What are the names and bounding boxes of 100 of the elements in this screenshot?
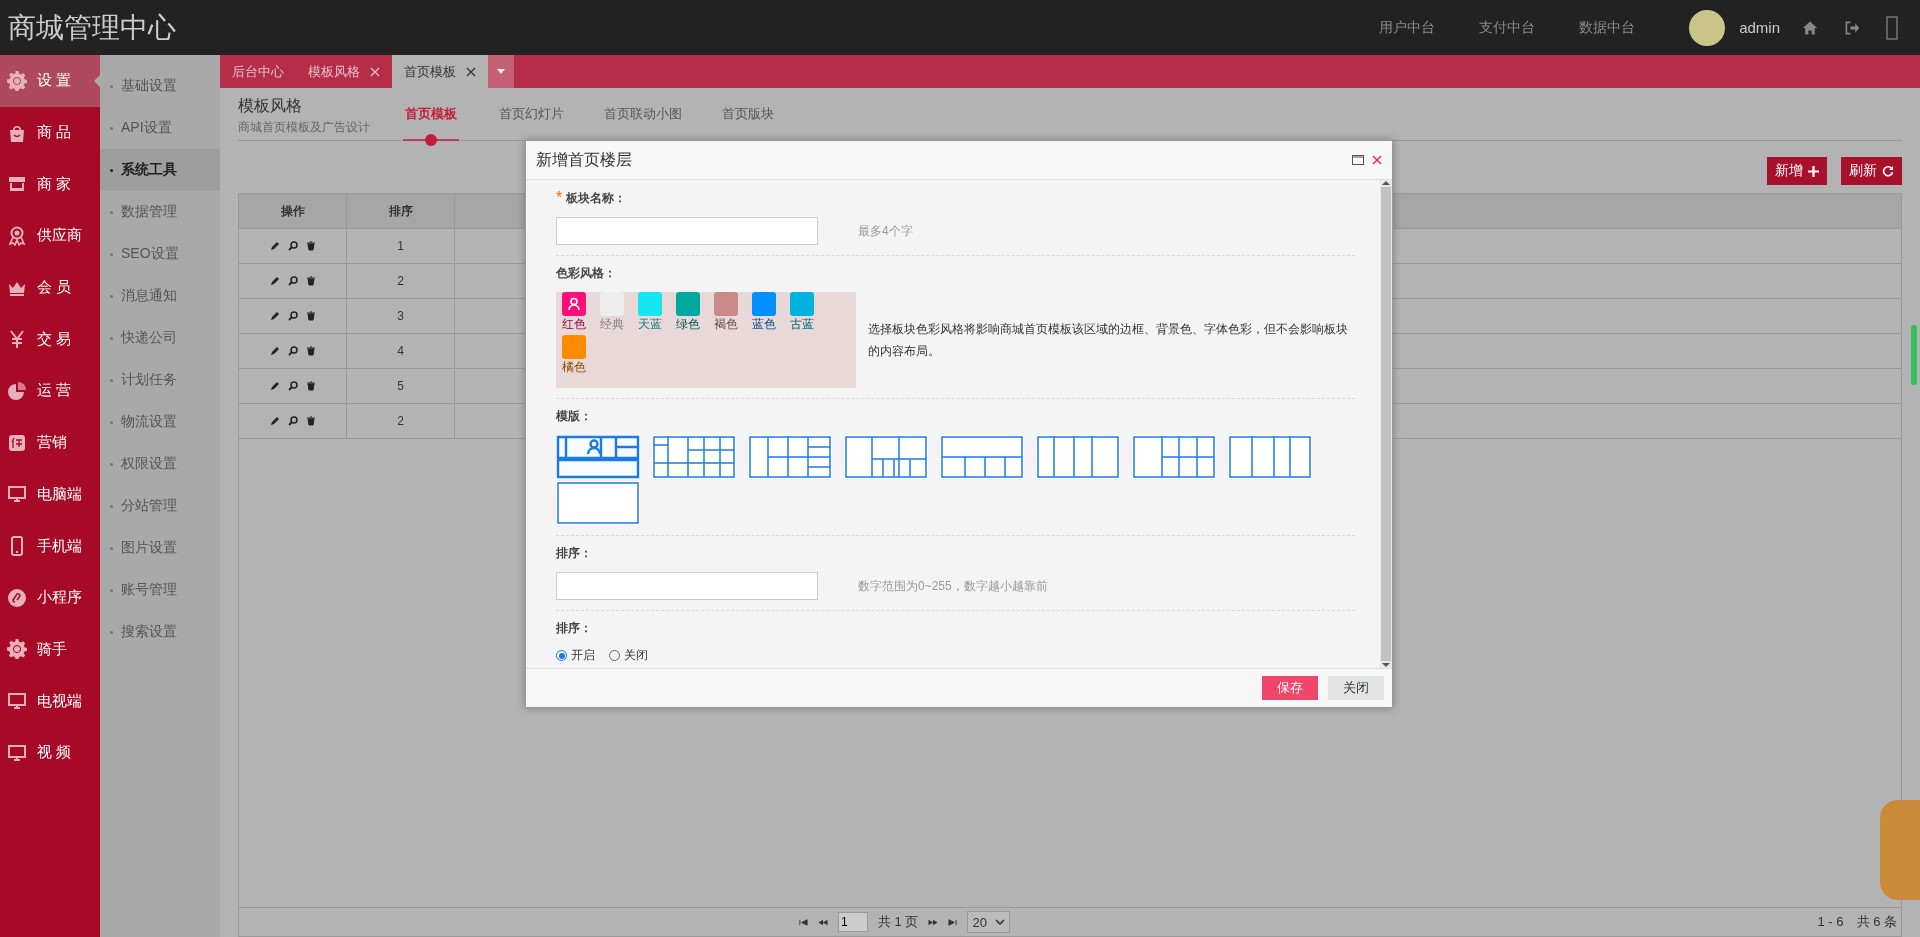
tab-menu-button[interactable] (488, 55, 514, 88)
sort-field[interactable] (556, 572, 818, 600)
section-tab[interactable]: 首页版块 (722, 96, 774, 122)
table-cell: 2 (397, 414, 404, 428)
page-tab[interactable]: 首页模板 (392, 55, 488, 88)
sub-nav-item[interactable]: 快递公司 (100, 317, 220, 359)
main-nav-item[interactable]: 设 置 (0, 55, 100, 107)
main-nav-item[interactable]: 交 易 (0, 313, 100, 366)
refresh-button[interactable]: 刷新 (1841, 157, 1902, 185)
layout-template[interactable] (748, 435, 832, 479)
fullscreen-icon[interactable] (1886, 15, 1898, 40)
layout-template[interactable] (1132, 435, 1216, 479)
layout-template[interactable] (556, 435, 640, 479)
page-size-select[interactable]: 20 (967, 911, 1010, 933)
sub-nav-item[interactable]: 物流设置 (100, 401, 220, 443)
color-swatch[interactable] (638, 292, 662, 316)
main-nav-item[interactable]: 商 家 (0, 158, 100, 211)
layout-template[interactable] (844, 435, 928, 479)
close-icon[interactable] (1372, 155, 1382, 165)
trash-icon[interactable] (305, 346, 316, 356)
pencil-icon[interactable] (269, 241, 280, 251)
trash-icon[interactable] (305, 311, 316, 321)
pencil-icon[interactable] (269, 346, 280, 356)
color-swatch[interactable] (562, 335, 586, 359)
first-page-icon[interactable] (799, 917, 808, 927)
field-hint: 最多4个字 (858, 222, 913, 240)
main-nav-item[interactable]: 运 营 (0, 365, 100, 417)
layout-template[interactable] (940, 435, 1024, 479)
page-tab[interactable]: 后台中心 (220, 55, 296, 88)
sub-nav-item[interactable]: 计划任务 (100, 359, 220, 401)
top-nav-link[interactable]: 数据中台 (1579, 18, 1636, 37)
trash-icon[interactable] (305, 276, 316, 286)
pencil-icon[interactable] (269, 276, 280, 286)
layout-template[interactable] (1036, 435, 1120, 479)
save-button[interactable]: 保存 (1262, 676, 1318, 700)
add-button[interactable]: 新增 (1767, 157, 1827, 185)
previous-page-icon[interactable] (818, 917, 828, 927)
layout-template[interactable] (1228, 435, 1312, 479)
main-nav-item[interactable]: 骑手 (0, 623, 100, 676)
search-icon[interactable] (287, 276, 298, 286)
sub-nav-item[interactable]: 系统工具 (100, 149, 220, 191)
color-swatch[interactable] (562, 292, 586, 316)
main-nav-item[interactable]: 商 品 (0, 106, 100, 159)
main-nav-item[interactable]: 小程序 (0, 571, 100, 624)
search-icon[interactable] (287, 346, 298, 356)
color-swatch[interactable] (676, 292, 700, 316)
pencil-icon[interactable] (269, 311, 280, 321)
layout-template[interactable] (652, 435, 736, 479)
close-button[interactable]: 关闭 (1328, 676, 1384, 700)
section-tab[interactable]: 首页幻灯片 (499, 96, 564, 122)
trash-icon[interactable] (305, 416, 316, 426)
main-nav-item[interactable]: 供应商 (0, 210, 100, 262)
trash-icon[interactable] (305, 381, 316, 391)
status-radio[interactable]: 开启 (556, 647, 595, 664)
color-swatch[interactable] (790, 292, 814, 316)
main-nav-item[interactable]: 会 员 (0, 261, 100, 314)
scrollbar[interactable] (1380, 180, 1392, 668)
search-icon[interactable] (287, 311, 298, 321)
page-tab[interactable]: 模板风格 (296, 55, 392, 88)
main-nav-item[interactable]: 营销 (0, 416, 100, 469)
home-icon[interactable] (1802, 19, 1818, 36)
main-nav-item[interactable]: 手机端 (0, 520, 100, 572)
search-icon[interactable] (287, 381, 298, 391)
close-icon[interactable] (466, 66, 476, 77)
sub-nav-item[interactable]: 权限设置 (100, 443, 220, 485)
pencil-icon[interactable] (269, 416, 280, 426)
sub-nav-item[interactable]: 基础设置 (100, 65, 220, 107)
next-page-icon[interactable] (928, 917, 939, 927)
color-swatch[interactable] (752, 292, 776, 316)
sub-nav-item[interactable]: 图片设置 (100, 527, 220, 569)
color-swatch[interactable] (600, 292, 624, 316)
sub-nav-item[interactable]: 账号管理 (100, 569, 220, 611)
section-tab[interactable]: 首页联动小图 (604, 96, 682, 122)
user-avatar[interactable] (1689, 9, 1726, 46)
main-nav-item[interactable]: 视 频 (0, 726, 100, 779)
pencil-icon[interactable] (269, 381, 280, 391)
trash-icon[interactable] (305, 241, 316, 251)
top-nav-link[interactable]: 用户中台 (1379, 18, 1436, 37)
main-nav-item[interactable]: 电视端 (0, 675, 100, 727)
search-icon[interactable] (287, 416, 298, 426)
logout-icon[interactable] (1844, 19, 1860, 36)
top-nav-link[interactable]: 支付中台 (1479, 18, 1536, 37)
sub-nav-item[interactable]: API设置 (100, 107, 220, 149)
sub-nav-item[interactable]: 数据管理 (100, 191, 220, 233)
sub-nav-item[interactable]: 分站管理 (100, 485, 220, 527)
sub-nav-item[interactable]: 搜索设置 (100, 611, 220, 653)
user-name[interactable]: admin (1739, 19, 1780, 36)
color-name: 红色 (562, 316, 586, 333)
last-page-icon[interactable] (948, 917, 958, 927)
status-radio[interactable]: 关闭 (609, 647, 648, 664)
maximize-icon[interactable] (1352, 155, 1364, 165)
layout-template[interactable] (556, 481, 640, 525)
color-swatch[interactable] (714, 292, 738, 316)
block-name-field[interactable] (556, 217, 818, 245)
sub-nav-item[interactable]: SEO设置 (100, 233, 220, 275)
main-nav-item[interactable]: 电脑端 (0, 468, 100, 521)
page-number-field[interactable]: 1 (838, 912, 868, 932)
search-icon[interactable] (287, 241, 298, 251)
section-tab[interactable]: 首页模板 (403, 96, 459, 146)
sub-nav-item[interactable]: 消息通知 (100, 275, 220, 317)
